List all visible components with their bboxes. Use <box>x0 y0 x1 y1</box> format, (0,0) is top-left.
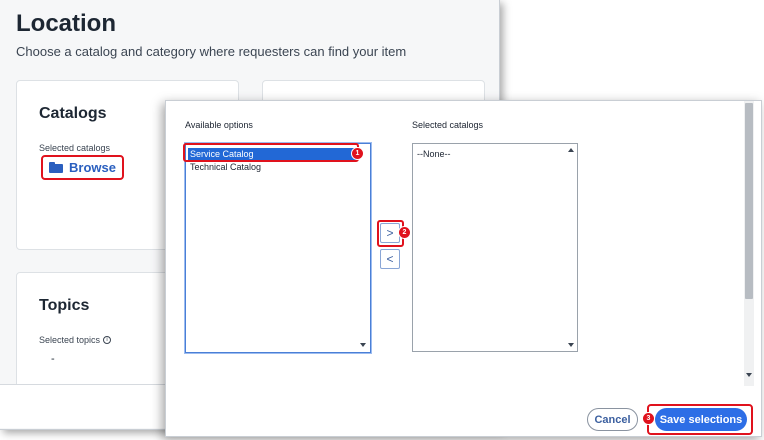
save-selections-button[interactable]: Save selections <box>655 408 747 431</box>
selected-catalogs-list[interactable]: --None-- <box>412 143 578 352</box>
available-options-list[interactable]: Service Catalog Technical Catalog <box>185 143 371 353</box>
catalog-selection-modal: Available options Selected catalogs Serv… <box>165 100 762 437</box>
move-left-button[interactable]: < <box>380 249 400 269</box>
page-title: Location <box>16 10 116 37</box>
option-technical-catalog[interactable]: Technical Catalog <box>188 161 261 174</box>
selected-topics-label: Selected topics i <box>39 335 112 345</box>
catalogs-heading: Catalogs <box>39 105 107 122</box>
selected-topics-text: Selected topics <box>39 335 101 345</box>
browse-label: Browse <box>69 160 116 175</box>
selected-scroll-up-icon[interactable] <box>568 148 574 152</box>
step-2-badge: 2 <box>398 226 411 239</box>
info-icon[interactable]: i <box>103 336 112 344</box>
selected-catalogs-list-label: Selected catalogs <box>412 120 484 130</box>
selected-catalogs-label: Selected catalogs <box>39 143 111 153</box>
modal-scrollbar-thumb[interactable] <box>745 103 753 299</box>
modal-scroll-down-icon[interactable] <box>746 373 752 377</box>
folder-icon <box>49 162 63 173</box>
page-subtitle: Choose a catalog and category where requ… <box>16 44 407 59</box>
topics-heading: Topics <box>39 297 90 314</box>
available-scroll-down-icon[interactable] <box>360 343 366 347</box>
browse-button[interactable]: Browse <box>41 155 124 180</box>
move-right-button[interactable]: > <box>380 223 400 243</box>
available-options-label: Available options <box>185 120 253 130</box>
option-none[interactable]: --None-- <box>415 148 451 161</box>
selected-topics-value: - <box>51 353 55 365</box>
step-3-badge: 3 <box>642 412 655 425</box>
modal-scrollbar[interactable] <box>744 101 754 386</box>
step-1-badge: 1 <box>351 147 364 160</box>
chevron-left-icon: < <box>386 252 394 266</box>
option-service-catalog[interactable]: Service Catalog <box>188 148 358 161</box>
selected-scroll-down-icon[interactable] <box>568 343 574 347</box>
cancel-button[interactable]: Cancel <box>587 408 638 431</box>
chevron-right-icon: > <box>386 226 394 240</box>
